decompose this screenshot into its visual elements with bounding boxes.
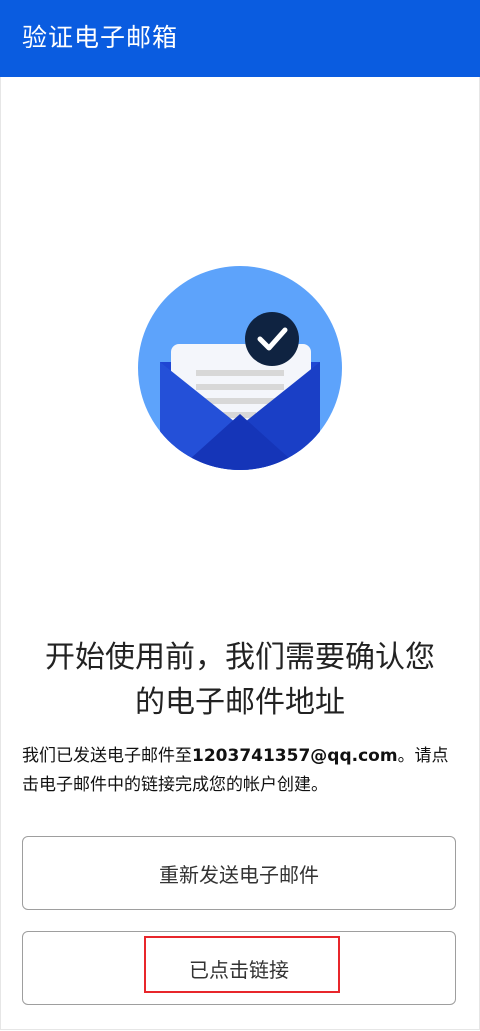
headline: 开始使用前，我们需要确认您 的电子邮件地址 <box>0 635 480 725</box>
email-verified-envelope-icon <box>138 266 342 470</box>
instruction-prefix: 我们已发送电子邮件至 <box>22 746 192 766</box>
resend-email-label: 重新发送电子邮件 <box>159 862 319 887</box>
link-clicked-label: 已点击链接 <box>189 957 289 982</box>
headline-line-2: 的电子邮件地址 <box>135 685 345 720</box>
link-clicked-button[interactable]: 已点击链接 <box>22 931 456 1005</box>
email-address: 1203741357@qq.com <box>192 746 398 766</box>
page-title: 验证电子邮箱 <box>22 23 179 52</box>
headline-line-1: 开始使用前，我们需要确认您 <box>45 640 435 675</box>
resend-email-button[interactable]: 重新发送电子邮件 <box>22 836 456 910</box>
instruction-text: 我们已发送电子邮件至1203741357@qq.com。请点击电子邮件中的链接完… <box>22 742 462 800</box>
app-bar: 验证电子邮箱 <box>0 0 480 77</box>
